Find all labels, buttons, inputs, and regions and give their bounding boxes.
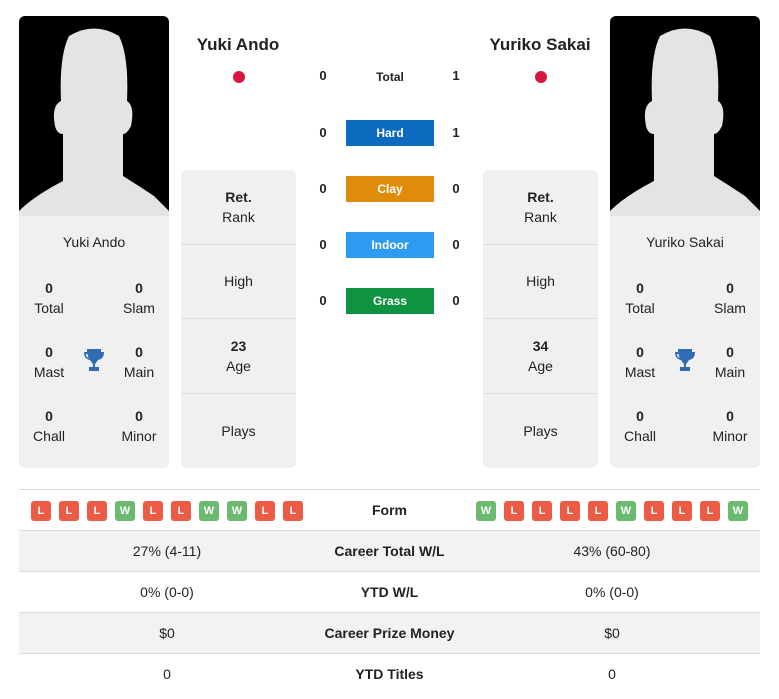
left-rank: Ret. Rank (181, 170, 296, 245)
trophy-icon (674, 348, 696, 377)
left-player-photo (19, 16, 169, 216)
right-stat-mast: 0 Mast (624, 344, 656, 380)
left-high: High (181, 245, 296, 319)
left-player-card-name: Yuki Ando (62, 234, 126, 250)
h2h-total-left: 0 (319, 68, 327, 83)
h2h-grass-row[interactable]: 0 Grass 0 (310, 288, 470, 314)
left-player-name[interactable]: Yuki Ando (163, 35, 313, 55)
surface-indoor-badge[interactable]: Indoor (346, 232, 434, 258)
form-loss-badge[interactable]: L (87, 501, 107, 521)
right-age: 34 Age (483, 319, 598, 394)
silhouette-icon (19, 28, 169, 216)
left-ytd-titles: 0 (163, 666, 171, 682)
left-career-prize: $0 (159, 625, 175, 641)
h2h-total-label: Total (376, 70, 404, 84)
form-win-badge[interactable]: W (728, 501, 748, 521)
h2h-clay-left: 0 (319, 181, 327, 196)
right-player-card-name: Yuriko Sakai (646, 234, 724, 250)
left-plays: Plays (221, 422, 256, 439)
form-win-badge[interactable]: W (227, 501, 247, 521)
right-stat-total: 0 Total (625, 280, 655, 316)
right-career-prize: $0 (604, 625, 620, 641)
right-form: WLLLLWLLLW (476, 501, 748, 521)
form-row: LLLWLLWWLL Form WLLLLWLLLW (19, 489, 760, 530)
form-loss-badge[interactable]: L (283, 501, 303, 521)
h2h-grass-left: 0 (319, 293, 327, 308)
surface-grass-badge[interactable]: Grass (346, 288, 434, 314)
right-player-flag-icon (535, 71, 547, 83)
form-loss-badge[interactable]: L (31, 501, 51, 521)
form-win-badge[interactable]: W (476, 501, 496, 521)
right-ytd-wl: 0% (0-0) (585, 584, 639, 600)
ytd-wl-row: 0% (0-0) YTD W/L 0% (0-0) (19, 571, 760, 612)
left-stat-main: 0 Main (123, 344, 155, 380)
surface-clay-badge[interactable]: Clay (346, 176, 434, 202)
h2h-hard-right: 1 (452, 125, 460, 140)
career-prize-label: Career Prize Money (324, 625, 455, 641)
left-ytd-wl: 0% (0-0) (140, 584, 194, 600)
form-win-badge[interactable]: W (616, 501, 636, 521)
left-stat-minor: 0 Minor (121, 408, 157, 444)
left-player-card: Yuki Ando 0 Total 0 Slam 0 Mast 0 Main 0 Chal… (19, 216, 169, 468)
left-stat-mast: 0 Mast (33, 344, 65, 380)
form-loss-badge[interactable]: L (255, 501, 275, 521)
right-stat-main: 0 Main (714, 344, 746, 380)
right-plays: Plays (523, 422, 558, 439)
h2h-hard-row[interactable]: 0 Hard 1 (310, 120, 470, 146)
form-loss-badge[interactable]: L (672, 501, 692, 521)
career-total-row: 27% (4-11) Career Total W/L 43% (60-80) (19, 530, 760, 571)
form-loss-badge[interactable]: L (560, 501, 580, 521)
form-loss-badge[interactable]: L (700, 501, 720, 521)
left-age: 23 Age (181, 319, 296, 394)
h2h-total-row: 0 Total 1 (310, 63, 470, 89)
left-stat-total: 0 Total (34, 280, 64, 316)
form-loss-badge[interactable]: L (59, 501, 79, 521)
right-player-photo (610, 16, 760, 216)
right-stat-chall: 0 Chall (624, 408, 656, 444)
right-stat-minor: 0 Minor (712, 408, 748, 444)
surface-hard-badge[interactable]: Hard (346, 120, 434, 146)
form-loss-badge[interactable]: L (504, 501, 524, 521)
form-loss-badge[interactable]: L (644, 501, 664, 521)
h2h-clay-row[interactable]: 0 Clay 0 (310, 176, 470, 202)
silhouette-icon (610, 28, 760, 216)
left-stat-chall: 0 Chall (33, 408, 65, 444)
form-win-badge[interactable]: W (115, 501, 135, 521)
h2h-total-right: 1 (452, 68, 460, 83)
right-ytd-titles: 0 (608, 666, 616, 682)
ytd-wl-label: YTD W/L (360, 584, 419, 600)
left-stat-slam: 0 Slam (123, 280, 155, 316)
left-player-info: Ret. Rank High 23 Age Plays (181, 170, 296, 468)
ytd-titles-label: YTD Titles (355, 666, 424, 682)
h2h-indoor-left: 0 (319, 237, 327, 252)
ytd-titles-row: 0 YTD Titles 0 (19, 653, 760, 694)
left-career-total: 27% (4-11) (132, 543, 202, 559)
left-form: LLLWLLWWLL (31, 501, 303, 521)
right-player-card: Yuriko Sakai 0 Total 0 Slam 0 Mast 0 Main 0C… (610, 216, 760, 468)
left-player-flag-icon (233, 71, 245, 83)
h2h-clay-right: 0 (452, 181, 460, 196)
comparison-table: LLLWLLWWLL Form WLLLLWLLLW 27% (4-11) Ca… (19, 489, 760, 694)
right-high: High (483, 245, 598, 319)
career-total-label: Career Total W/L (334, 543, 445, 559)
h2h-indoor-row[interactable]: 0 Indoor 0 (310, 232, 470, 258)
h2h-grass-right: 0 (452, 293, 460, 308)
right-player-name[interactable]: Yuriko Sakai (465, 35, 615, 55)
form-loss-badge[interactable]: L (532, 501, 552, 521)
form-label: Form (372, 502, 407, 518)
career-prize-row: $0 Career Prize Money $0 (19, 612, 760, 653)
right-stat-slam: 0 Slam (714, 280, 746, 316)
h2h-indoor-right: 0 (452, 237, 460, 252)
right-career-total: 43% (60-80) (573, 543, 651, 559)
trophy-icon (83, 348, 105, 377)
right-player-info: Ret. Rank High 34 Age Plays (483, 170, 598, 468)
right-rank: Ret. Rank (483, 170, 598, 245)
form-loss-badge[interactable]: L (171, 501, 191, 521)
form-loss-badge[interactable]: L (588, 501, 608, 521)
form-win-badge[interactable]: W (199, 501, 219, 521)
form-loss-badge[interactable]: L (143, 501, 163, 521)
h2h-hard-left: 0 (319, 125, 327, 140)
